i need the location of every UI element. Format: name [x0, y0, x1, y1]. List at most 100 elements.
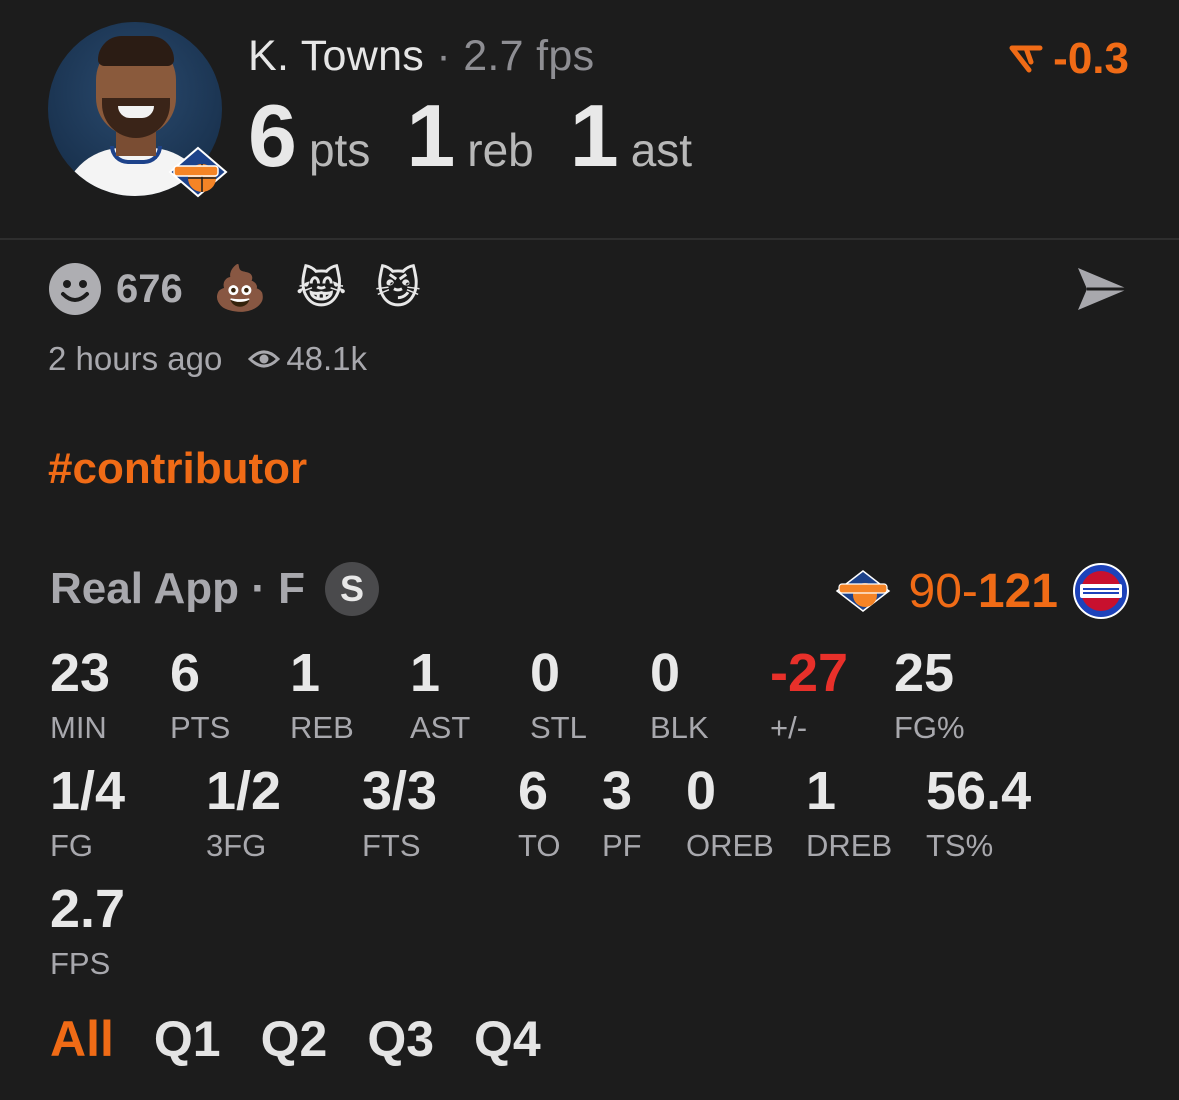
stat-value: 1 — [806, 761, 837, 821]
fps-value: 2.7 fps — [463, 32, 595, 80]
post-meta: 2 hours ago 48.1k — [48, 340, 367, 378]
stats-row-3: 2.7 FPS — [48, 882, 1148, 1000]
score-home: 121 — [977, 564, 1058, 618]
player-name-line: K. Towns · 2.7 fps — [248, 32, 594, 81]
tab-all[interactable]: All — [50, 1010, 114, 1068]
stat-label: AST — [410, 710, 471, 745]
s-badge[interactable]: S — [325, 562, 380, 616]
stat-cell: 3/3 FTS — [362, 764, 437, 864]
tab-q2[interactable]: Q2 — [261, 1010, 328, 1068]
stat-label: 3FG — [206, 828, 267, 863]
stat-label: STL — [530, 710, 587, 745]
tab-q3[interactable]: Q3 — [367, 1010, 434, 1068]
pistons-logo-icon — [1073, 563, 1129, 619]
stat-label: BLK — [650, 710, 709, 745]
period-tabs: All Q1 Q2 Q3 Q4 — [50, 1010, 581, 1068]
poop-emoji-reaction[interactable]: 💩 — [213, 267, 268, 311]
stat-cell: 3 PF — [602, 764, 642, 864]
stat-value: 6 — [518, 761, 549, 821]
game-source: Real App · F S — [50, 562, 380, 616]
stat-cell: 1 REB — [290, 646, 354, 746]
stat-label: TO — [518, 828, 561, 863]
fps-delta[interactable]: -0.3 — [1009, 34, 1129, 84]
stat-label: PTS — [170, 710, 231, 745]
score-text: 90-121 — [909, 564, 1058, 619]
stat-label: MIN — [50, 710, 107, 745]
reb-label: reb — [467, 124, 534, 176]
stat-value: 2.7 — [50, 879, 126, 939]
stat-cell: 0 OREB — [686, 764, 774, 864]
stat-cell: 2.7 FPS — [50, 882, 125, 982]
plus-minus-value: -27 — [770, 643, 849, 703]
send-icon[interactable] — [1075, 264, 1131, 314]
stat-summary: 6 pts 1 reb 1 ast — [248, 92, 728, 180]
tab-q1[interactable]: Q1 — [154, 1010, 221, 1068]
stat-label: FTS — [362, 828, 421, 863]
stat-cell: 1 DREB — [806, 764, 892, 864]
cat-smirk-emoji-reaction[interactable]: 😼 — [375, 267, 421, 311]
stat-label: +/- — [770, 710, 808, 745]
player-name[interactable]: K. Towns — [248, 32, 424, 80]
tab-q4[interactable]: Q4 — [474, 1010, 541, 1068]
stat-label: FG — [50, 828, 94, 863]
stat-value: 1 — [290, 643, 321, 703]
stats-row-1: 23 MIN 6 PTS 1 REB 1 AST 0 STL 0 BLK -27 +/- 25… — [48, 646, 1148, 764]
stat-value: 1/4 — [50, 761, 126, 821]
stat-value: 0 — [686, 761, 717, 821]
ast-value: 1 — [569, 86, 619, 185]
stat-label: PF — [602, 828, 642, 863]
eye-icon — [248, 350, 281, 368]
stat-cell: 56.4 TS% — [926, 764, 1031, 864]
stat-cell: 6 PTS — [170, 646, 230, 746]
stat-value: 0 — [530, 643, 561, 703]
view-count: 48.1k — [248, 340, 367, 378]
ast-label: ast — [630, 124, 693, 176]
box-score: 23 MIN 6 PTS 1 REB 1 AST 0 STL 0 BLK -27 +/- 25… — [48, 646, 1148, 1000]
stat-value: 23 — [50, 643, 111, 703]
stats-row-2: 1/4 FG 1/2 3FG 3/3 FTS 6 TO 3 PF 0 OREB 1 DREB … — [48, 764, 1148, 882]
score-away: 90 — [908, 564, 962, 618]
knicks-logo-icon — [835, 570, 890, 612]
view-count-value: 48.1k — [286, 340, 368, 377]
stat-cell: 0 STL — [530, 646, 587, 746]
stat-label: DREB — [806, 828, 893, 863]
stat-value: 3/3 — [362, 761, 438, 821]
stat-value: 25 — [894, 643, 955, 703]
stat-label: FPS — [50, 946, 111, 981]
stat-value: 0 — [650, 643, 681, 703]
game-score[interactable]: 90-121 — [835, 562, 1130, 620]
smiley-icon[interactable] — [48, 262, 102, 316]
stat-value: 1/2 — [206, 761, 282, 821]
score-dash: - — [961, 564, 978, 618]
reaction-count: 676 — [116, 266, 183, 311]
trend-down-icon — [1009, 45, 1043, 73]
stat-cell: 1 AST — [410, 646, 470, 746]
post-time: 2 hours ago — [48, 340, 223, 377]
stat-label: FG% — [894, 710, 965, 745]
stat-value: 1 — [410, 643, 441, 703]
stat-value: 56.4 — [926, 761, 1032, 821]
stat-cell: 25 FG% — [894, 646, 965, 746]
stat-value: 6 — [170, 643, 201, 703]
stat-cell: 6 TO — [518, 764, 561, 864]
game-source-label: Real App · F — [50, 564, 306, 613]
knicks-logo-icon — [168, 146, 228, 198]
stat-cell: 1/2 3FG — [206, 764, 281, 864]
separator-dot: · — [436, 32, 451, 80]
player-header: K. Towns · 2.7 fps 6 pts 1 reb 1 ast -0.… — [0, 0, 1179, 238]
cat-tears-emoji-reaction[interactable]: 😹 — [296, 267, 347, 311]
stat-cell: 23 MIN — [50, 646, 110, 746]
reaction-bar: 676 💩 😹 😼 — [48, 262, 449, 316]
stat-value: 3 — [602, 761, 633, 821]
header-divider — [0, 238, 1179, 240]
game-info-row: Real App · F S 90-121 — [50, 562, 1130, 620]
stat-cell: 0 BLK — [650, 646, 709, 746]
pts-value: 6 — [248, 86, 297, 185]
stat-cell: 1/4 FG — [50, 764, 125, 864]
stat-label: REB — [290, 710, 354, 745]
delta-value: -0.3 — [1053, 34, 1129, 83]
hashtag-link[interactable]: #contributor — [48, 444, 307, 494]
stat-cell: -27 +/- — [770, 646, 848, 746]
stat-label: OREB — [686, 828, 774, 863]
pts-label: pts — [308, 124, 371, 176]
